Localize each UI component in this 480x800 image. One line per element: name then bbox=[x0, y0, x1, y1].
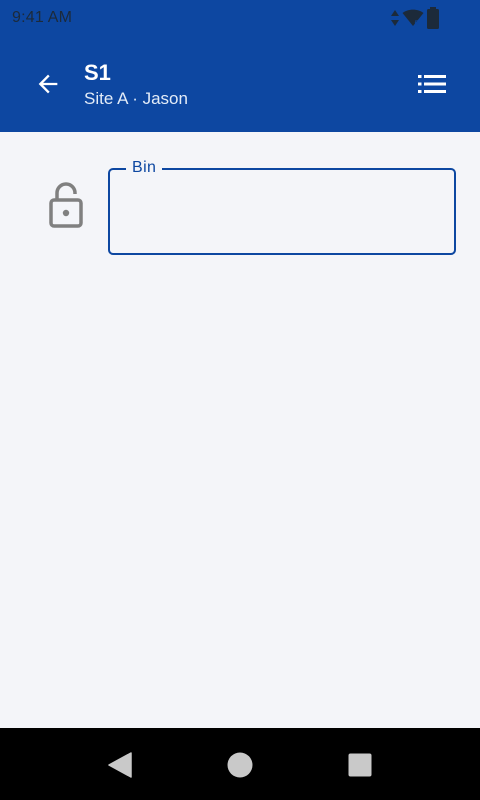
wifi-icon: 6 bbox=[402, 9, 424, 27]
app-bar: S1 Site A · Jason bbox=[0, 36, 480, 132]
nav-recents-icon[interactable] bbox=[347, 752, 373, 778]
nav-home-icon[interactable] bbox=[227, 752, 253, 778]
bin-field[interactable]: Bin bbox=[108, 158, 456, 255]
battery-icon bbox=[427, 7, 439, 29]
status-time: 9:41 AM bbox=[12, 9, 73, 26]
data-arrows-icon bbox=[391, 10, 399, 26]
bin-field-label: Bin bbox=[126, 158, 163, 178]
back-button[interactable] bbox=[28, 64, 68, 104]
lock-open-icon bbox=[49, 182, 83, 228]
nav-back-icon[interactable] bbox=[107, 752, 133, 778]
list-menu-button[interactable] bbox=[412, 66, 452, 102]
page-title: S1 bbox=[84, 60, 111, 85]
arrow-back-icon bbox=[38, 74, 58, 94]
lock-toggle-button[interactable] bbox=[44, 180, 88, 232]
status-icons: 6 bbox=[390, 6, 440, 30]
system-nav-bar bbox=[0, 728, 480, 800]
list-icon bbox=[418, 75, 446, 93]
bin-input[interactable] bbox=[124, 196, 444, 234]
page-subtitle: Site A · Jason bbox=[84, 89, 188, 108]
svg-text:6: 6 bbox=[415, 20, 419, 27]
status-bar: 9:41 AM 6 bbox=[0, 0, 480, 36]
